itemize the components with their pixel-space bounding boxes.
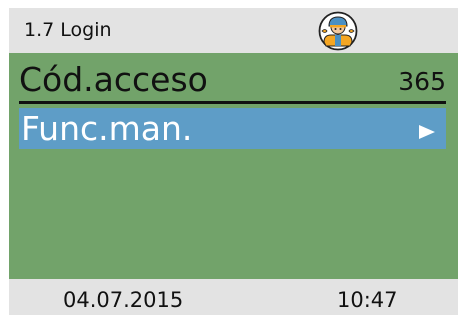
page-title: 1.7 Login <box>24 19 112 41</box>
access-code-row[interactable]: Cód.acceso 365 <box>19 59 446 104</box>
right-triangle-icon <box>419 125 435 139</box>
manual-function-label: Func.man. <box>21 109 193 148</box>
menu-panel: Cód.acceso 365 Func.man. <box>9 53 458 279</box>
date-display: 04.07.2015 <box>63 288 184 312</box>
header-bar: 1.7 Login <box>9 8 458 53</box>
status-bar: 04.07.2015 10:47 <box>9 279 458 315</box>
time-display: 10:47 <box>337 288 398 312</box>
access-code-value: 365 <box>398 67 446 96</box>
device-screen: 1.7 Login Cód.acceso 365 Func.man. 04.07… <box>9 8 458 315</box>
installer-avatar-icon <box>318 11 358 51</box>
access-code-label: Cód.acceso <box>19 60 208 99</box>
manual-function-row[interactable]: Func.man. <box>19 108 446 149</box>
